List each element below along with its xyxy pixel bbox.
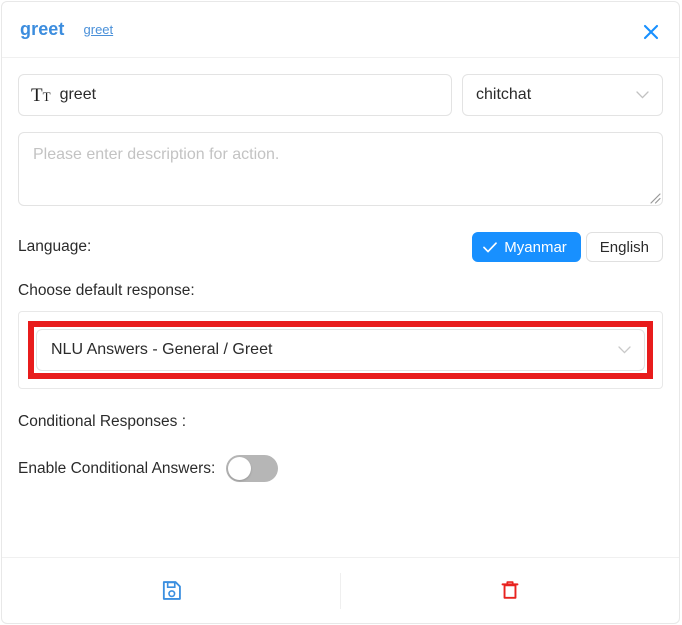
card-header: greet greet (2, 2, 679, 58)
description-textarea[interactable]: Please enter description for action. (18, 132, 663, 206)
enable-conditional-toggle[interactable] (226, 455, 279, 482)
default-response-panel: NLU Answers - General / Greet (18, 311, 663, 389)
close-icon[interactable] (640, 21, 662, 43)
language-label: Language: (18, 238, 92, 255)
action-type-select[interactable]: chitchat (462, 74, 663, 116)
enable-conditional-label: Enable Conditional Answers: (18, 459, 216, 477)
choose-default-response-label: Choose default response: (18, 282, 195, 299)
action-editor-card: greet greet TT greet chitchat Please ent (1, 1, 680, 624)
language-option-myanmar-label: Myanmar (504, 238, 567, 256)
save-button[interactable] (2, 558, 340, 623)
trash-delete-icon (501, 581, 519, 599)
conditional-responses-label: Conditional Responses : (18, 413, 187, 430)
language-row: Language: Myanmar English (18, 232, 663, 262)
default-response-value: NLU Answers - General / Greet (51, 341, 273, 358)
language-option-myanmar[interactable]: Myanmar (472, 232, 581, 262)
save-floppy-icon (162, 581, 181, 600)
highlight-annotation: NLU Answers - General / Greet (28, 321, 653, 379)
action-name-input[interactable]: TT greet (18, 74, 452, 116)
text-format-icon: TT (31, 84, 51, 106)
language-option-english-label: English (599, 238, 649, 256)
chevron-down-icon (636, 91, 649, 99)
enable-conditional-row: Enable Conditional Answers: (18, 455, 663, 482)
page-title: greet (20, 19, 65, 39)
card-body: TT greet chitchat Please enter descripti… (2, 58, 679, 482)
delete-button[interactable] (341, 558, 679, 623)
chevron-down-icon (618, 346, 631, 354)
header-breadcrumb-link[interactable]: greet (84, 22, 114, 37)
action-name-value: greet (59, 86, 97, 103)
action-type-value: chitchat (476, 86, 532, 103)
language-toggle-group: Myanmar English (472, 232, 663, 262)
name-and-type-row: TT greet chitchat (18, 74, 663, 116)
toggle-knob (228, 457, 252, 480)
description-placeholder: Please enter description for action. (33, 146, 280, 163)
language-option-english[interactable]: English (585, 232, 663, 262)
description-field-wrapper: Please enter description for action. (18, 132, 663, 206)
check-icon (483, 241, 498, 252)
card-footer (2, 557, 679, 623)
default-response-select[interactable]: NLU Answers - General / Greet (36, 329, 645, 371)
